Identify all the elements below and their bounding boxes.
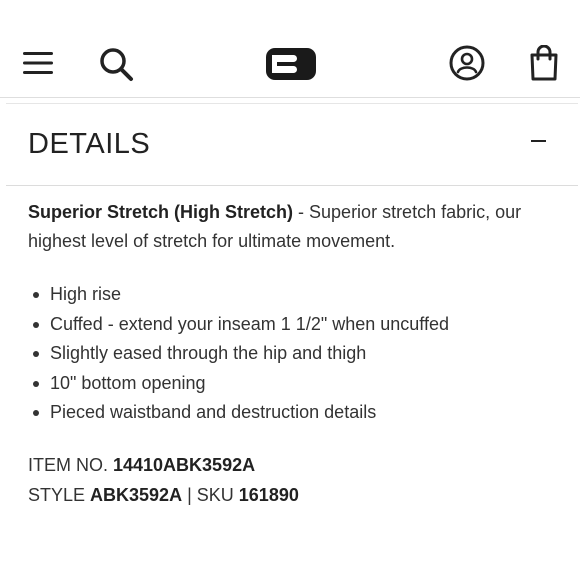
fabric-description: Superior Stretch (High Stretch) - Superi… (28, 198, 563, 256)
list-item: Cuffed - extend your inseam 1 1/2" when … (28, 310, 449, 340)
divider (6, 185, 578, 186)
search-icon[interactable] (96, 44, 136, 84)
separator: | (182, 485, 197, 505)
list-item: Pieced waistband and destruction details (28, 398, 449, 428)
fabric-name: Superior Stretch (High Stretch) (28, 202, 294, 222)
divider (6, 103, 578, 104)
list-item: High rise (28, 280, 449, 310)
site-header (0, 0, 580, 98)
item-number-row: ITEM NO. 14410ABK3592A (28, 450, 299, 480)
list-item: 10" bottom opening (28, 369, 449, 399)
sku-label: SKU (196, 485, 239, 505)
brand-logo-icon[interactable] (264, 47, 318, 81)
hamburger-menu-icon[interactable] (20, 46, 56, 80)
style-label: STYLE (28, 485, 91, 505)
product-meta: ITEM NO. 14410ABK3592A STYLE ABK3592A | … (28, 450, 299, 510)
shopping-bag-icon[interactable] (524, 42, 564, 84)
sku-value: 161890 (238, 485, 299, 505)
minus-icon[interactable] (528, 130, 550, 152)
details-heading[interactable]: DETAILS (28, 128, 150, 161)
account-icon[interactable] (446, 42, 488, 84)
list-item: Slightly eased through the hip and thigh (28, 339, 449, 369)
item-number-label: ITEM NO. (28, 455, 113, 475)
style-sku-row: STYLE ABK3592A | SKU 161890 (28, 480, 299, 510)
feature-list: High rise Cuffed - extend your inseam 1 … (28, 280, 449, 428)
style-value: ABK3592A (90, 485, 183, 505)
item-number: 14410ABK3592A (113, 455, 256, 475)
